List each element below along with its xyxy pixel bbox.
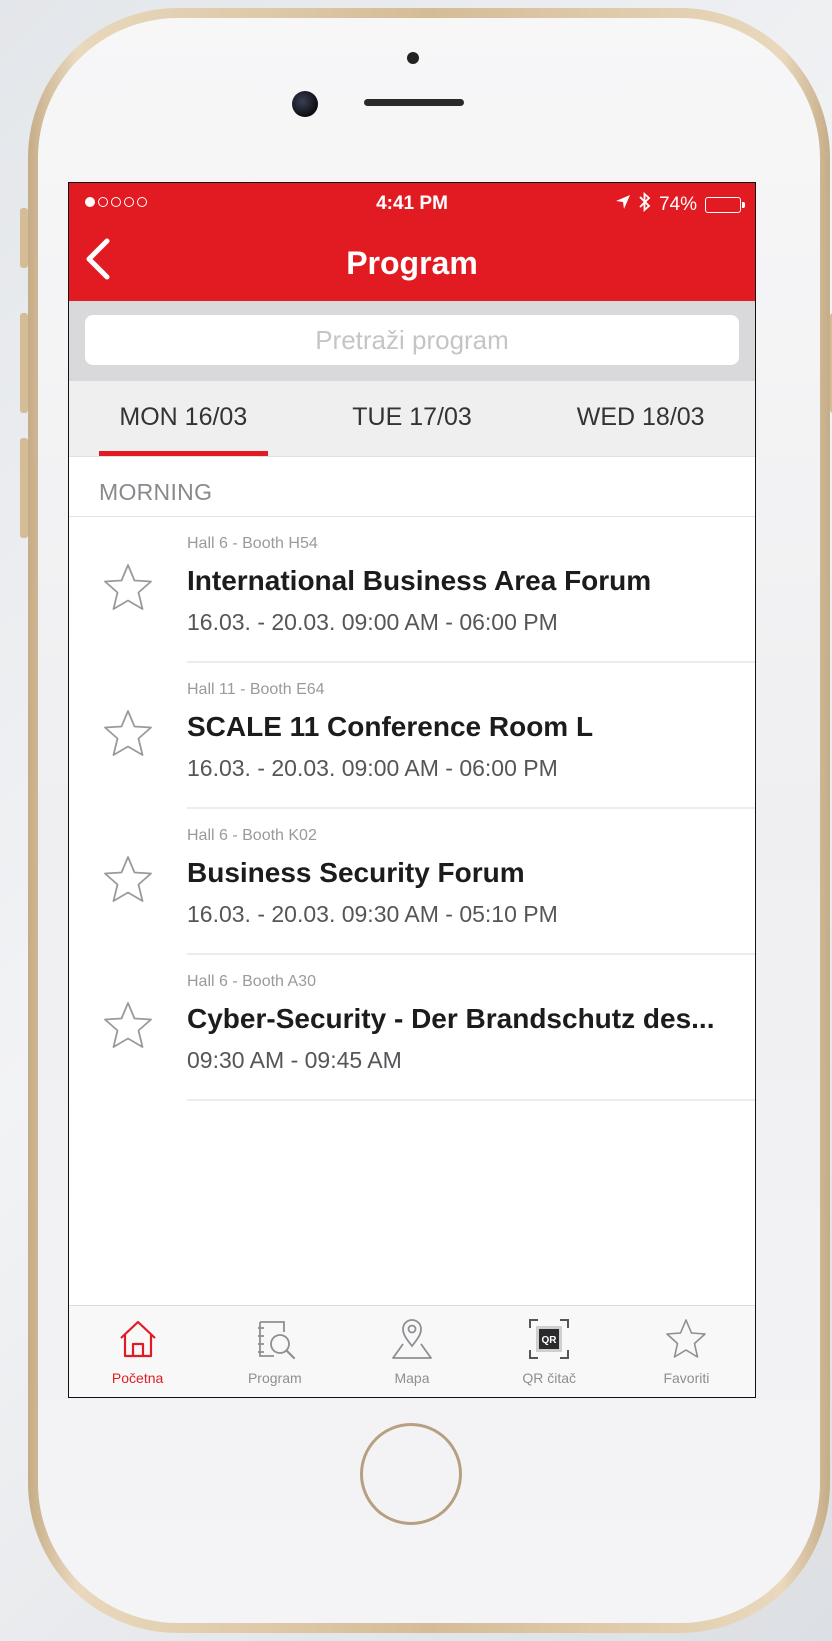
event-dates: 16.03. - 20.03. 09:30 AM - 05:10 PM <box>187 901 558 927</box>
star-icon[interactable] <box>101 561 155 615</box>
event-row[interactable]: Hall 6 - Booth K02 Business Security For… <box>69 809 755 955</box>
event-location: Hall 6 - Booth K02 <box>187 827 317 844</box>
event-location: Hall 6 - Booth H54 <box>187 535 318 552</box>
tabbar-favorites-label: Favoriti <box>663 1370 710 1386</box>
event-name: SCALE 11 Conference Room L <box>187 711 594 742</box>
front-camera <box>292 91 318 117</box>
status-bar: 4:41 PM 74% <box>69 183 755 223</box>
volume-down-button <box>20 438 28 538</box>
program-search-icon <box>252 1316 298 1362</box>
event-name: Business Security Forum <box>187 857 525 888</box>
earpiece-speaker <box>364 99 464 106</box>
event-row[interactable]: Hall 6 - Booth H54 International Busines… <box>69 517 755 663</box>
event-location: Hall 11 - Booth E64 <box>187 681 325 698</box>
search-input[interactable] <box>85 315 739 365</box>
page-title: Program <box>346 245 478 281</box>
battery-icon <box>705 197 745 213</box>
app-screen: 4:41 PM 74% Program MON 16/03 TUE 17 <box>68 182 756 1398</box>
event-row[interactable]: Hall 6 - Booth A30 Cyber-Security - Der … <box>69 955 755 1101</box>
event-dates: 09:30 AM - 09:45 AM <box>187 1047 402 1073</box>
tabbar-program-label: Program <box>247 1370 302 1386</box>
tabbar-qr-label: QR čitač <box>522 1370 577 1386</box>
tab-tue[interactable]: TUE 17/03 <box>298 381 527 456</box>
event-dates: 16.03. - 20.03. 09:00 AM - 06:00 PM <box>187 609 558 635</box>
svg-text:QR: QR <box>542 1335 558 1346</box>
qr-scanner-icon: QR <box>526 1316 572 1362</box>
location-arrow-icon <box>615 194 631 216</box>
tabbar-favorites[interactable]: Favoriti <box>618 1306 755 1397</box>
star-icon[interactable] <box>101 999 155 1053</box>
tab-mon[interactable]: MON 16/03 <box>69 381 298 456</box>
tabbar-map-label: Mapa <box>394 1370 430 1386</box>
day-tabs: MON 16/03 TUE 17/03 WED 18/03 <box>69 381 755 457</box>
battery-percentage: 74% <box>658 194 697 215</box>
mute-switch <box>20 208 28 268</box>
section-header: MORNING <box>69 457 755 517</box>
tabbar-home-label: Početna <box>111 1370 164 1386</box>
bluetooth-icon <box>639 191 651 218</box>
map-pin-icon <box>389 1316 435 1362</box>
star-icon[interactable] <box>101 707 155 761</box>
event-row[interactable]: Hall 11 - Booth E64 SCALE 11 Conference … <box>69 663 755 809</box>
event-name: Cyber-Security - Der Brandschutz des... <box>187 1003 715 1034</box>
home-icon <box>115 1316 161 1362</box>
event-list: Hall 6 - Booth H54 International Busines… <box>69 517 755 1101</box>
search-bar <box>69 301 755 381</box>
event-location: Hall 6 - Booth A30 <box>187 973 316 990</box>
tabbar-home[interactable]: Početna <box>69 1306 206 1397</box>
home-button[interactable] <box>360 1423 462 1525</box>
event-name: International Business Area Forum <box>187 565 652 596</box>
section-label: MORNING <box>99 479 213 505</box>
tab-wed[interactable]: WED 18/03 <box>526 381 755 456</box>
tabbar-program[interactable]: Program <box>206 1306 343 1397</box>
bottom-tab-bar: Početna Program Mapa QR QR čitač Favorit… <box>69 1305 755 1397</box>
tabbar-map[interactable]: Mapa <box>343 1306 480 1397</box>
star-icon[interactable] <box>101 853 155 907</box>
volume-up-button <box>20 313 28 413</box>
star-icon <box>663 1316 709 1362</box>
tabbar-qr[interactable]: QR QR čitač <box>481 1306 618 1397</box>
event-dates: 16.03. - 20.03. 09:00 AM - 06:00 PM <box>187 755 558 781</box>
proximity-sensor <box>407 52 419 64</box>
nav-header: 4:41 PM 74% Program <box>69 183 755 301</box>
status-right: 74% <box>615 191 745 218</box>
